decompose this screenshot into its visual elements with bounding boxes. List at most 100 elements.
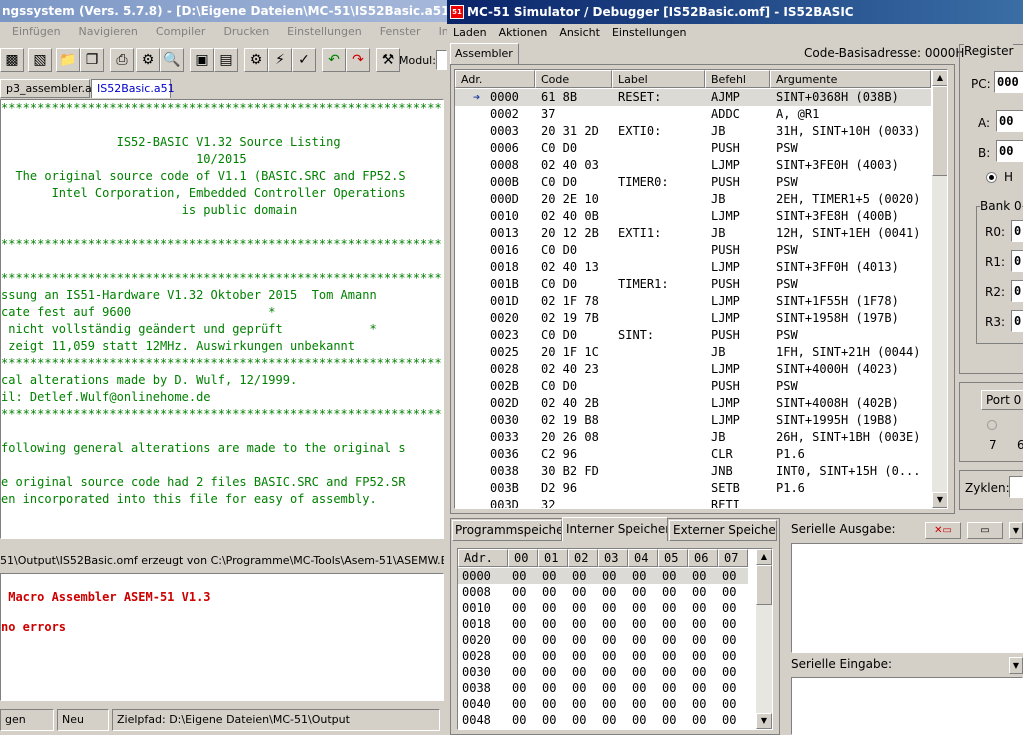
r3-field[interactable]: 0 [1011, 310, 1023, 332]
disassembly-row[interactable]: 0016 C0 D0 PUSH PSW [455, 242, 931, 259]
save-icon[interactable]: ▩ [0, 48, 24, 72]
disassembly-list[interactable]: Adr. Code Label Befehl Argumente ➔ 0000 61… [454, 69, 948, 509]
disassembly-row[interactable]: 0010 02 40 0B LJMP SINT+3FE8H (400B) [455, 208, 931, 225]
clear-output-icon[interactable]: ✕▭ [925, 522, 961, 539]
undo-icon[interactable]: ↶ [322, 48, 346, 72]
memory-row[interactable]: 0030 00 00 00 00 00 00 00 00 [458, 664, 748, 680]
disassembly-row[interactable]: 0038 30 B2 FD JNB INT0, SINT+15H (0... [455, 463, 931, 480]
tab-assembler[interactable]: Assembler [450, 43, 519, 65]
tools-icon[interactable]: ⚒ [376, 48, 400, 72]
memory-grid[interactable]: Adr. 00 01 02 03 04 05 06 07 0000 00 00 00 00 00 00 00 0… [457, 548, 773, 730]
gear-icon[interactable]: ⚙ [244, 48, 268, 72]
serial-input-area[interactable] [791, 677, 1023, 735]
memory-row[interactable]: 0020 00 00 00 00 00 00 00 00 [458, 632, 748, 648]
disassembly-row[interactable]: 0013 20 12 2B EXTI1: JB 12H, SINT+1EH (0041) [455, 225, 931, 242]
a-field[interactable]: 00 [996, 110, 1023, 132]
mem-col-header[interactable]: 03 [598, 549, 628, 567]
menu-drucken[interactable]: Drucken [211, 22, 275, 42]
save-all-icon[interactable]: ▧ [28, 48, 52, 72]
disassembly-row[interactable]: ➔ 0000 61 8B RESET: AJMP SINT+0368H (038B) [455, 89, 931, 106]
menu-navigieren[interactable]: Navigieren [67, 22, 144, 42]
output-options-icon[interactable]: ▼ [1009, 522, 1023, 539]
disassembly-row[interactable]: 000D 20 2E 10 JB 2EH, TIMER1+5 (0020) [455, 191, 931, 208]
find-icon[interactable]: 🔍 [160, 48, 184, 72]
monitor-icon[interactable]: ▣ [190, 48, 214, 72]
memory-scrollbar[interactable]: ▲ ▼ [756, 549, 772, 729]
scroll-thumb[interactable] [932, 86, 947, 176]
modul-select[interactable] [436, 50, 447, 70]
disassembly-row[interactable]: 0002 37 ADDC A, @R1 [455, 106, 931, 123]
mem-col-header[interactable]: Adr. [458, 549, 508, 567]
tab-externer-speicher[interactable]: Externer Speicher [669, 520, 777, 541]
scroll-up-icon[interactable]: ▲ [932, 70, 947, 86]
memory-row[interactable]: 0040 00 00 00 00 00 00 00 00 [458, 696, 748, 712]
r2-field[interactable]: 0 [1011, 280, 1023, 302]
disassembly-row[interactable]: 001B C0 D0 TIMER1: PUSH PSW [455, 276, 931, 293]
disassembly-row[interactable]: 002B C0 D0 PUSH PSW [455, 378, 931, 395]
pc-field[interactable]: 000 [994, 71, 1023, 93]
redo-icon[interactable]: ↷ [346, 48, 370, 72]
memory-row[interactable]: 0008 00 00 00 00 00 00 00 00 [458, 584, 748, 600]
menu-einfuegen[interactable]: Einfügen [0, 22, 67, 42]
col-befehl[interactable]: Befehl [705, 70, 770, 88]
memory-row[interactable]: 0018 00 00 00 00 00 00 00 00 [458, 616, 748, 632]
r0-field[interactable]: 0 [1011, 220, 1023, 242]
disassembly-row[interactable]: 0030 02 19 B8 LJMP SINT+1995H (19B8) [455, 412, 931, 429]
mem-col-header[interactable]: 01 [538, 549, 568, 567]
memory-row[interactable]: 0038 00 00 00 00 00 00 00 00 [458, 680, 748, 696]
disassembly-row[interactable]: 0008 02 40 03 LJMP SINT+3FE0H (4003) [455, 157, 931, 174]
mem-scroll-up-icon[interactable]: ▲ [756, 549, 772, 565]
menu-fenster[interactable]: Fenster [368, 22, 427, 42]
document-icon[interactable]: ▤ [214, 48, 238, 72]
memory-row[interactable]: 0028 00 00 00 00 00 00 00 00 [458, 648, 748, 664]
mem-col-header[interactable]: 04 [628, 549, 658, 567]
col-code[interactable]: Code [535, 70, 612, 88]
scroll-down-icon[interactable]: ▼ [932, 492, 947, 508]
disassembly-row[interactable]: 0023 C0 D0 SINT: PUSH PSW [455, 327, 931, 344]
radix-hex-radio[interactable] [986, 172, 997, 183]
folder-icon[interactable]: 📁 [56, 48, 80, 72]
b-field[interactable]: 00 [996, 140, 1023, 162]
mem-scroll-down-icon[interactable]: ▼ [756, 713, 772, 729]
disassembly-scrollbar[interactable]: ▲ ▼ [932, 70, 947, 508]
copy-icon[interactable]: ❐ [80, 48, 104, 72]
menu-ansicht[interactable]: Ansicht [553, 24, 606, 42]
memory-row[interactable]: 0010 00 00 00 00 00 00 00 00 [458, 600, 748, 616]
disassembly-row[interactable]: 0006 C0 D0 PUSH PSW [455, 140, 931, 157]
disassembly-row[interactable]: 0003 20 31 2D EXTI0: JB 31H, SINT+10H (0033) [455, 123, 931, 140]
mem-col-header[interactable]: 06 [688, 549, 718, 567]
disassembly-row[interactable]: 0028 02 40 23 LJMP SINT+4000H (4023) [455, 361, 931, 378]
menu-laden[interactable]: Laden [447, 24, 493, 42]
tab-p3-assembler[interactable]: p3_assembler.a51 [0, 79, 106, 98]
lightning-icon[interactable]: ⚡ [268, 48, 292, 72]
check-icon[interactable]: ✓ [292, 48, 316, 72]
tab-is52basic[interactable]: IS52Basic.a51 [91, 79, 175, 98]
col-label[interactable]: Label [612, 70, 705, 88]
port-0-tab[interactable]: Port 0 [981, 390, 1023, 410]
menu-einstellungen[interactable]: Einstellungen [275, 22, 368, 42]
disassembly-row[interactable]: 0036 C2 96 CLR P1.6 [455, 446, 931, 463]
menu-compiler[interactable]: Compiler [144, 22, 212, 42]
tab-programmspeicher[interactable]: Programmspeicher [452, 520, 562, 541]
disassembly-row[interactable]: 002D 02 40 2B LJMP SINT+4008H (402B) [455, 395, 931, 412]
disassembly-row[interactable]: 003D 32 RETI [455, 497, 931, 508]
col-argumente[interactable]: Argumente [770, 70, 931, 88]
disassembly-row[interactable]: 003B D2 96 SETB P1.6 [455, 480, 931, 497]
disassembly-row[interactable]: 0020 02 19 7B LJMP SINT+1958H (197B) [455, 310, 931, 327]
serial-output-area[interactable] [791, 543, 1023, 653]
disassembly-row[interactable]: 001D 02 1F 78 LJMP SINT+1F55H (1F78) [455, 293, 931, 310]
memory-row[interactable]: 0048 00 00 00 00 00 00 00 00 [458, 712, 748, 728]
port-bit-7-led[interactable] [987, 420, 997, 430]
mem-col-header[interactable]: 07 [718, 549, 748, 567]
disassembly-row[interactable]: 0018 02 40 13 LJMP SINT+3FF0H (4013) [455, 259, 931, 276]
print-icon[interactable]: ⎙ [110, 48, 134, 72]
r1-field[interactable]: 0 [1011, 250, 1023, 272]
source-editor[interactable]: ****************************************… [0, 99, 444, 539]
memory-row[interactable]: 0000 00 00 00 00 00 00 00 00 [458, 568, 748, 584]
mem-col-header[interactable]: 05 [658, 549, 688, 567]
col-adr[interactable]: Adr. [455, 70, 535, 88]
menu-aktionen[interactable]: Aktionen [493, 24, 554, 42]
cycles-field[interactable] [1009, 476, 1023, 498]
compile-icon[interactable]: ⚙ [136, 48, 160, 72]
mem-col-header[interactable]: 02 [568, 549, 598, 567]
